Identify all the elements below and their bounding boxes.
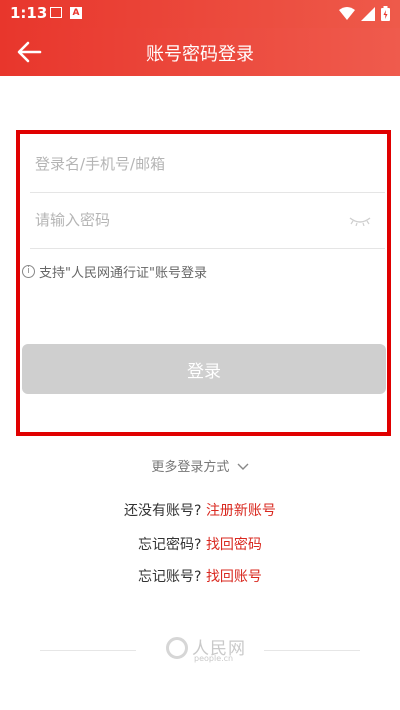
eye-closed-icon[interactable] <box>349 216 371 226</box>
info-icon: i <box>22 265 35 278</box>
login-hint: i 支持"人民网通行证"账号登录 <box>22 262 207 281</box>
people-emblem-icon <box>166 637 188 659</box>
forgot-password-link[interactable]: 找回密码 <box>206 537 262 553</box>
username-field-row <box>30 138 385 193</box>
status-icons <box>339 6 390 21</box>
forgot-account-row: 忘记账号? 找回账号 <box>0 566 400 586</box>
battery-icon <box>381 6 390 21</box>
hint-text: 支持"人民网通行证"账号登录 <box>39 266 207 281</box>
footer-divider-left <box>40 650 136 651</box>
status-bar: 1:13 A <box>0 0 400 28</box>
register-row: 还没有账号? 注册新账号 <box>0 500 400 520</box>
image-notification-icon <box>50 7 62 18</box>
password-input[interactable] <box>33 210 337 230</box>
status-time: 1:13 <box>10 4 48 22</box>
more-login-label: 更多登录方式 <box>151 460 230 475</box>
logo-domain: people.cn <box>194 654 234 663</box>
people-logo: 人民网 people.cn <box>158 634 248 666</box>
footer-divider-right <box>264 650 360 651</box>
forgot-account-link[interactable]: 找回账号 <box>206 569 262 585</box>
forgot-account-prompt: 忘记账号? <box>138 569 202 585</box>
login-button[interactable]: 登录 <box>22 344 386 394</box>
signal-icon <box>361 6 375 21</box>
forgot-password-row: 忘记密码? 找回密码 <box>0 534 400 554</box>
username-input[interactable] <box>33 154 337 174</box>
register-link[interactable]: 注册新账号 <box>206 503 276 519</box>
app-notification-icon: A <box>70 7 82 19</box>
password-field-row <box>30 194 385 249</box>
login-form: i 支持"人民网通行证"账号登录 登录 <box>16 130 391 436</box>
forgot-password-prompt: 忘记密码? <box>138 537 202 553</box>
footer: 人民网 people.cn <box>40 630 360 670</box>
page-title: 账号密码登录 <box>146 44 254 65</box>
more-login-options[interactable]: 更多登录方式 <box>0 456 400 475</box>
toolbar: 账号密码登录 <box>0 28 400 76</box>
register-prompt: 还没有账号? <box>124 503 202 519</box>
chevron-down-icon <box>237 463 249 470</box>
wifi-icon <box>339 6 355 20</box>
